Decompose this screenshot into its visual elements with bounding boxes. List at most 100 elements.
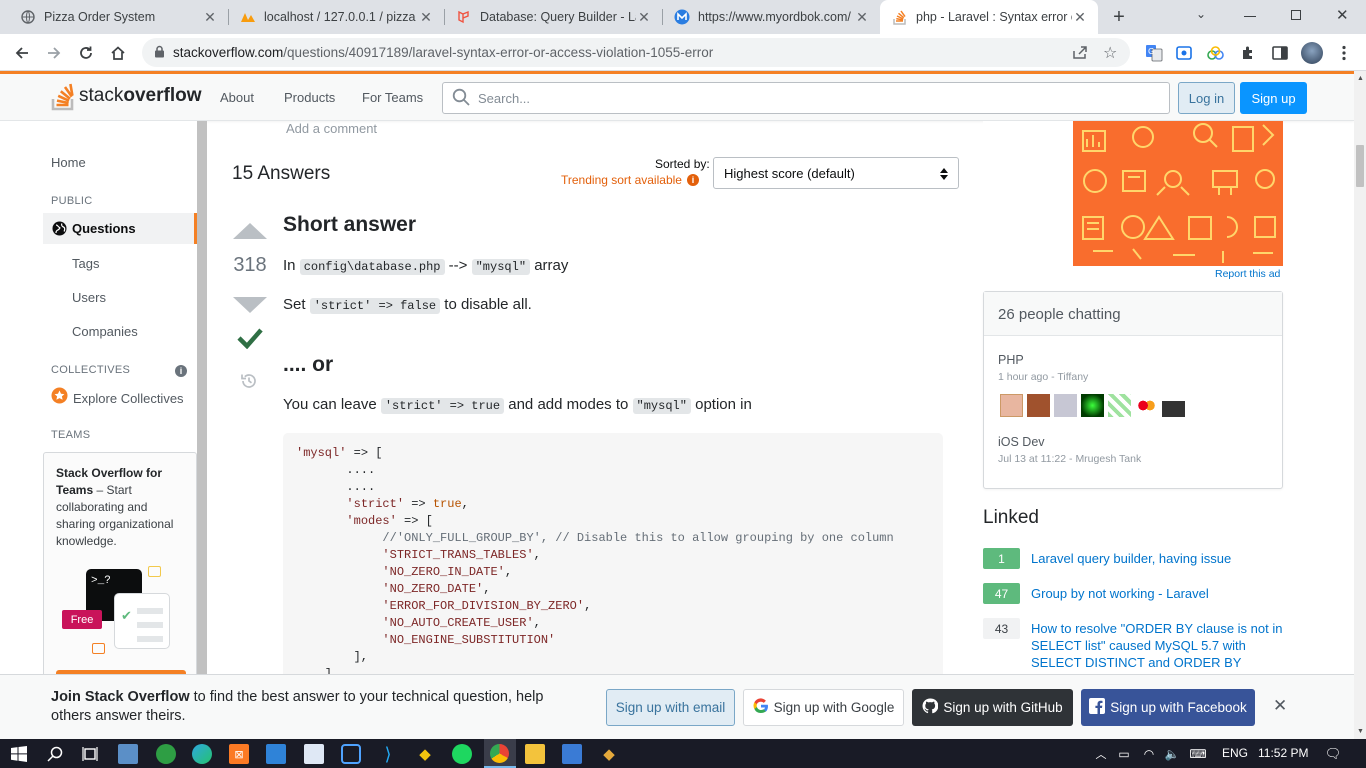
scroll-up-arrow-icon[interactable]: ▲: [1357, 75, 1364, 82]
close-icon[interactable]: ✕: [418, 9, 434, 26]
sort-select[interactable]: Highest score (default): [713, 157, 959, 189]
browser-tab-stackoverflow[interactable]: php - Laravel : Syntax error o ✕: [880, 0, 1098, 34]
sidebar-item-tags[interactable]: Tags: [72, 256, 99, 271]
nav-about[interactable]: About: [220, 90, 254, 105]
stackoverflow-logo[interactable]: stack overflow: [51, 80, 201, 112]
snipping-app-icon[interactable]: [341, 744, 361, 764]
close-icon[interactable]: ✕: [854, 9, 870, 26]
translate-icon[interactable]: G: [1141, 40, 1167, 66]
bookmark-star-icon[interactable]: ☆: [1103, 43, 1117, 63]
info-icon[interactable]: i: [175, 365, 187, 377]
reload-icon[interactable]: [73, 40, 99, 66]
avatar[interactable]: [1054, 394, 1077, 417]
sidebar-item-questions[interactable]: Questions: [43, 213, 197, 244]
clock[interactable]: 11:52 PM: [1258, 746, 1308, 760]
linked-title[interactable]: How to resolve "ORDER BY clause is not i…: [1031, 620, 1286, 671]
profile-avatar[interactable]: [1299, 40, 1325, 66]
volume-icon[interactable]: 🔈: [1162, 744, 1182, 764]
nav-for-teams[interactable]: For Teams: [362, 90, 423, 105]
avatar[interactable]: [1081, 394, 1104, 417]
avatar[interactable]: [1027, 394, 1050, 417]
close-icon[interactable]: ✕: [1273, 696, 1287, 716]
task-view-icon[interactable]: [80, 744, 100, 764]
maximize-icon[interactable]: [1291, 10, 1301, 20]
linked-item[interactable]: 43 How to resolve "ORDER BY clause is no…: [983, 618, 1283, 670]
notifications-icon[interactable]: 🗨: [1323, 744, 1343, 764]
scrollbar-thumb[interactable]: [1356, 145, 1364, 187]
upvote-arrow-icon[interactable]: [233, 223, 267, 244]
window-close-icon[interactable]: ✕: [1336, 6, 1349, 24]
chrome-active-app[interactable]: [484, 739, 516, 768]
new-tab-plus-icon[interactable]: +: [1107, 5, 1131, 29]
notepad-app-icon[interactable]: [304, 744, 324, 764]
signup-google-button[interactable]: Sign up with Google: [743, 689, 904, 726]
git-diamond-app-icon[interactable]: ◆: [415, 744, 435, 764]
windows-start-icon[interactable]: [9, 744, 29, 764]
share-icon[interactable]: [1072, 45, 1088, 63]
side-panel-icon[interactable]: [1267, 40, 1293, 66]
address-bar[interactable]: stackoverflow.com/questions/40917189/lar…: [142, 38, 1130, 67]
avatar[interactable]: [1000, 394, 1023, 417]
linked-title[interactable]: Laravel query builder, having issue: [1031, 550, 1231, 567]
sidebar-item-home[interactable]: Home: [51, 155, 86, 170]
file-explorer-app-icon[interactable]: [525, 744, 545, 764]
language-indicator[interactable]: ENG: [1222, 746, 1248, 760]
battery-icon[interactable]: ▭: [1114, 744, 1134, 764]
avatar[interactable]: [1162, 394, 1185, 417]
browser-tab-phpmyadmin[interactable]: localhost / 127.0.0.1 / pizza / ✕: [228, 0, 444, 34]
linked-title[interactable]: Group by not working - Laravel: [1031, 585, 1209, 602]
forward-arrow-icon[interactable]: [41, 40, 67, 66]
kebab-menu-icon[interactable]: [1331, 40, 1357, 66]
git-kraken-app-icon[interactable]: ◆: [599, 744, 619, 764]
colorful-extension-icon[interactable]: [1203, 40, 1229, 66]
browser-tab-pizza[interactable]: Pizza Order System ✕: [8, 0, 228, 34]
scroll-down-arrow-icon[interactable]: ▼: [1357, 728, 1364, 735]
close-icon[interactable]: ✕: [202, 9, 218, 26]
computer-app-icon[interactable]: [266, 744, 286, 764]
login-button[interactable]: Log in: [1178, 82, 1235, 114]
screen-capture-extension-icon[interactable]: [1171, 40, 1197, 66]
close-icon[interactable]: ✕: [636, 9, 652, 26]
chevron-up-icon[interactable]: ︿: [1091, 744, 1111, 764]
add-comment-link[interactable]: Add a comment: [286, 121, 377, 136]
sidebar-item-explore-collectives[interactable]: Explore Collectives: [51, 387, 184, 409]
spotify-app-icon[interactable]: [452, 744, 472, 764]
nav-products[interactable]: Products: [284, 90, 335, 105]
wifi-icon[interactable]: ◠: [1139, 744, 1159, 764]
history-icon[interactable]: [240, 372, 258, 395]
chat-room-php[interactable]: PHP: [998, 353, 1024, 367]
xampp-app-icon[interactable]: ⊠: [229, 744, 249, 764]
chat-title[interactable]: 26 people chatting: [998, 306, 1121, 323]
keyboard-icon[interactable]: ⌨: [1188, 744, 1208, 764]
browser-tab-laravel[interactable]: Database: Query Builder - La ✕: [444, 0, 662, 34]
edge-app-icon[interactable]: [192, 744, 212, 764]
report-ad-link[interactable]: Report this ad: [1215, 268, 1280, 280]
search-input[interactable]: Search...: [442, 82, 1170, 114]
signup-email-button[interactable]: Sign up with email: [606, 689, 735, 726]
linked-item[interactable]: 1 Laravel query builder, having issue: [983, 548, 1283, 570]
downvote-arrow-icon[interactable]: [233, 297, 267, 318]
extensions-puzzle-icon[interactable]: [1235, 40, 1261, 66]
signup-facebook-button[interactable]: Sign up with Facebook: [1081, 689, 1255, 726]
chrome-green-app-icon[interactable]: [156, 744, 176, 764]
avatar[interactable]: [1135, 394, 1158, 417]
store-app-icon[interactable]: [562, 744, 582, 764]
tab-search-chevron-down-icon[interactable]: ⌄: [1196, 7, 1206, 21]
vscode-app-icon[interactable]: ⟩: [378, 744, 398, 764]
browser-tab-myordbok[interactable]: https://www.myordbok.com/ ✕: [662, 0, 880, 34]
minimize-icon[interactable]: [1244, 16, 1256, 17]
advertisement-image[interactable]: [983, 121, 1283, 266]
page-scrollbar[interactable]: ▲ ▼: [1354, 71, 1366, 739]
search-icon[interactable]: [45, 744, 65, 764]
signup-github-button[interactable]: Sign up with GitHub: [912, 689, 1073, 726]
signup-button[interactable]: Sign up: [1240, 82, 1307, 114]
close-icon[interactable]: ✕: [1072, 9, 1088, 26]
photos-app-icon[interactable]: [118, 744, 138, 764]
sidebar-item-users[interactable]: Users: [72, 290, 106, 305]
trending-sort-link[interactable]: Trending sort available i: [561, 173, 699, 187]
chat-room-ios[interactable]: iOS Dev: [998, 435, 1045, 449]
avatar[interactable]: [1108, 394, 1131, 417]
lock-icon[interactable]: [154, 45, 165, 61]
sidebar-item-companies[interactable]: Companies: [72, 324, 138, 339]
sidebar-scrollbar[interactable]: [197, 121, 207, 674]
